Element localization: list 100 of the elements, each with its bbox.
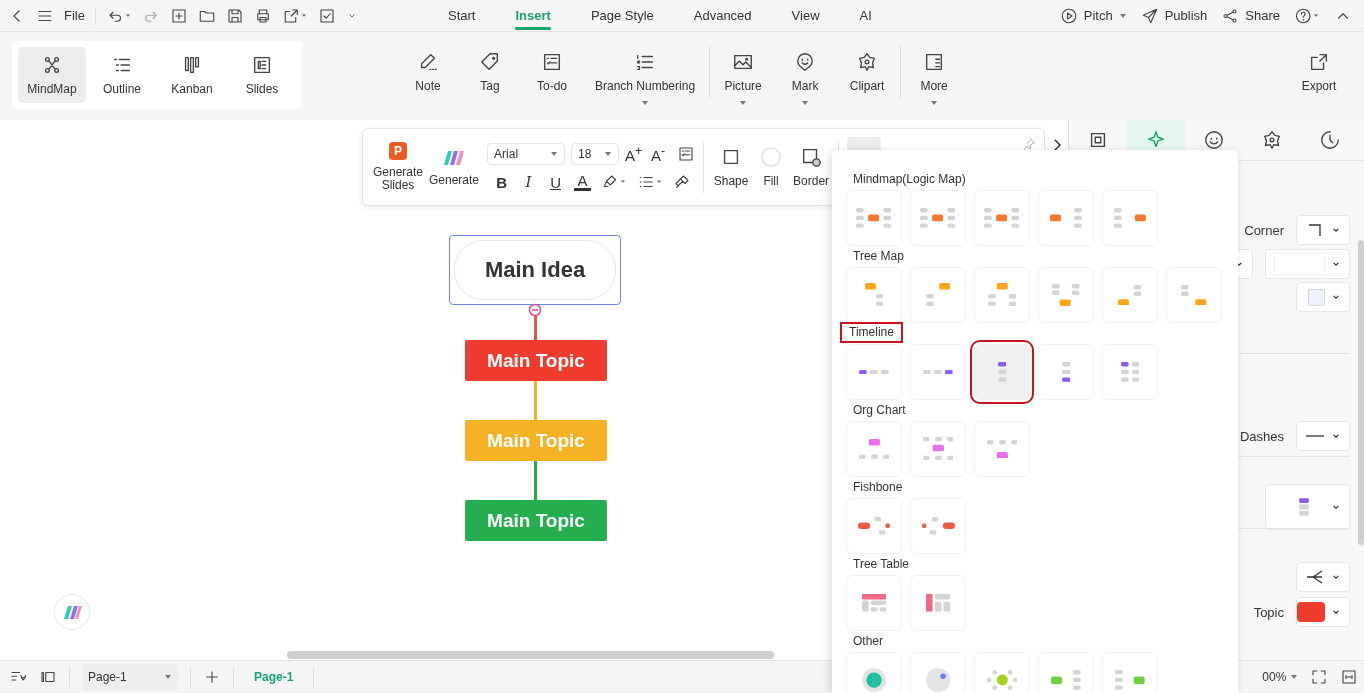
share-icon <box>1221 6 1240 25</box>
font-select[interactable]: Arial <box>487 143 566 165</box>
topic-node[interactable]: Main Topic <box>465 340 607 381</box>
generate-slides-button[interactable]: Generate Slides <box>373 166 423 192</box>
layout-option[interactable] <box>1102 190 1158 246</box>
layout-option[interactable] <box>846 652 902 693</box>
layout-option[interactable] <box>910 498 966 554</box>
ribbon-button[interactable]: Clipart <box>836 46 899 118</box>
menu-tab[interactable]: AI <box>839 1 892 30</box>
collapse-icon[interactable] <box>528 303 542 317</box>
layout-option[interactable] <box>910 344 966 400</box>
grow-font-button[interactable]: A$^{+}$ <box>625 144 646 164</box>
layout-option[interactable] <box>974 190 1030 246</box>
layout-option[interactable] <box>846 421 902 477</box>
toolbar-action[interactable]: Pitch <box>1059 6 1127 25</box>
layout-option[interactable] <box>846 190 902 246</box>
view-mode-button[interactable]: Outline <box>88 47 156 103</box>
text-box-icon[interactable] <box>677 145 696 163</box>
file-menu[interactable]: File <box>64 8 85 23</box>
text-style-button[interactable]: B <box>493 173 511 191</box>
ribbon-button[interactable]: To-do <box>521 46 583 118</box>
layout-option[interactable] <box>1102 652 1158 693</box>
new-file-icon[interactable] <box>169 6 188 25</box>
save-icon[interactable] <box>225 6 244 25</box>
layout-option[interactable] <box>1038 267 1094 323</box>
ribbon-button[interactable]: Branch Numbering <box>583 46 708 118</box>
layout-dropdown[interactable] <box>1265 484 1350 530</box>
section-title: Org Chart <box>852 402 907 419</box>
dashes-dropdown[interactable] <box>1296 421 1350 451</box>
toolbar-action[interactable]: Share <box>1221 6 1280 25</box>
ribbon-button[interactable]: Tag <box>459 46 521 118</box>
logo-icon[interactable] <box>53 593 91 631</box>
view-mode-button[interactable]: Slides <box>228 47 296 103</box>
menu-tab[interactable]: Start <box>428 1 496 30</box>
layout-thumbnail-icon <box>987 283 1017 307</box>
corner-dropdown[interactable] <box>1296 215 1350 245</box>
view-mode-button[interactable]: MindMap <box>18 47 86 103</box>
layout-option[interactable] <box>1102 267 1158 323</box>
fit-width-icon[interactable] <box>1340 668 1359 686</box>
menu-tab[interactable]: View <box>771 1 840 30</box>
play-icon <box>1059 6 1078 25</box>
layout-option[interactable] <box>974 652 1030 693</box>
layout-thumbnail-icon <box>858 517 890 535</box>
text-style-button[interactable]: I <box>520 173 538 191</box>
scrollbar[interactable] <box>287 651 774 659</box>
generate-button[interactable]: Generate <box>427 147 482 187</box>
fill-button[interactable]: Fill <box>752 146 791 188</box>
layout-option[interactable] <box>846 344 902 400</box>
brush-icon[interactable] <box>673 173 692 191</box>
smiley-icon <box>1203 129 1225 151</box>
layout-thumbnail-icon <box>858 439 890 459</box>
layout-thumbnail-icon <box>859 369 889 375</box>
menu-tab[interactable]: Page Style <box>570 1 674 30</box>
menu-tab[interactable]: Advanced <box>673 1 772 30</box>
layout-option[interactable] <box>910 421 966 477</box>
layout-option[interactable] <box>1038 344 1094 400</box>
main-idea-node[interactable]: Main Idea <box>449 235 621 305</box>
line-icon <box>1305 435 1325 437</box>
ribbon-button[interactable]: Picture <box>712 46 775 118</box>
layout-option[interactable] <box>910 575 966 631</box>
layout-option[interactable] <box>974 421 1030 477</box>
page-select[interactable]: Page-1 <box>82 664 178 690</box>
layout-option[interactable] <box>846 498 902 554</box>
layout-option[interactable] <box>974 267 1030 323</box>
ribbon-button[interactable]: Note <box>397 46 459 118</box>
pin-icon[interactable] <box>1022 137 1036 151</box>
border-button[interactable]: Border <box>792 146 831 188</box>
shrink-font-button[interactable]: A$^{-}$ <box>651 144 672 164</box>
branch-dropdown[interactable] <box>1296 562 1350 592</box>
layout-option[interactable] <box>910 190 966 246</box>
layout-option[interactable] <box>1166 267 1222 323</box>
layout-option[interactable] <box>1102 344 1158 400</box>
layout-option[interactable] <box>1038 652 1094 693</box>
tag-icon <box>479 51 501 73</box>
font-size-select[interactable]: 18 <box>571 143 620 165</box>
layout-thumbnail-icon <box>1052 284 1080 306</box>
layout-option[interactable] <box>846 267 902 323</box>
fill-dropdown[interactable] <box>1296 282 1350 312</box>
scrollbar[interactable] <box>1358 240 1364 545</box>
shape-button[interactable]: Shape <box>712 146 751 188</box>
ribbon-button[interactable]: More <box>903 46 966 118</box>
layout-option[interactable] <box>910 267 966 323</box>
add-icon[interactable] <box>203 668 221 686</box>
text-style-button[interactable]: A <box>574 173 592 191</box>
slides-icon <box>251 54 273 76</box>
layout-thumbnail-icon <box>856 208 892 228</box>
text-style-button[interactable]: U <box>547 173 565 191</box>
section-title: Tree Table <box>852 556 911 573</box>
ribbon-button[interactable]: Mark <box>774 46 837 118</box>
layout-option[interactable] <box>846 575 902 631</box>
zoom-select[interactable]: 00% <box>1262 670 1299 684</box>
view-mode-button[interactable]: Kanban <box>158 47 226 103</box>
export-button[interactable]: Export <box>1288 46 1350 118</box>
toolbar-action[interactable]: Publish <box>1140 6 1208 25</box>
checkbox-icon[interactable] <box>317 6 336 25</box>
help-icon[interactable] <box>1294 6 1320 25</box>
section-title: Timeline <box>840 322 903 343</box>
topic-color-dropdown[interactable] <box>1296 597 1350 627</box>
layout-option[interactable] <box>1038 190 1094 246</box>
fullscreen-icon[interactable] <box>1310 668 1329 686</box>
